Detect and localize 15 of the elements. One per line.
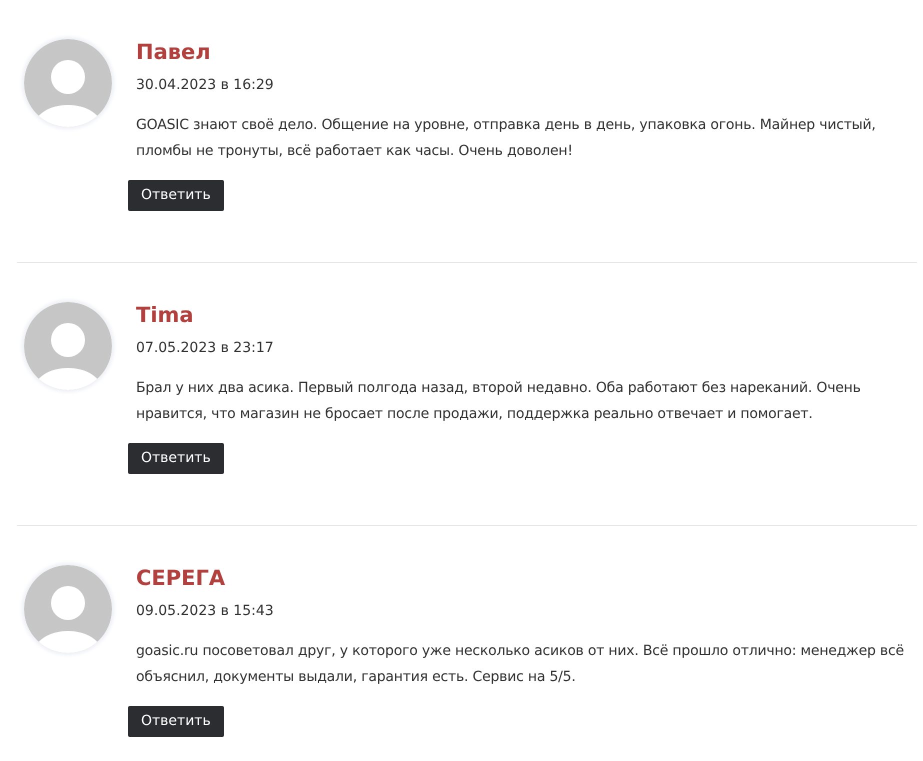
reply-button[interactable]: Ответить xyxy=(128,443,224,474)
author-name: СЕРЕГА xyxy=(136,565,226,592)
comment-date: 30.04.2023 в 16:29 xyxy=(136,76,275,95)
comment-text: Брал у них два асика. Первый полгода назад, второй недавно. Оба работают без нареканий. Очень нравится, что магазин не бросает после продажи, поддержка реально отвечает и помогает. xyxy=(136,379,862,424)
reply-button[interactable]: Ответить xyxy=(128,706,224,737)
comment-text: GOASIC знают своё дело. Общение на уровне, отправка день в день, упаковка огонь. Майнер чистый, пломбы не тронуты, всё работает как часы. Очень доволен! xyxy=(136,116,877,161)
reply-button[interactable]: Ответить xyxy=(128,180,224,211)
comment-text: goasic.ru посоветовал друг, у которого уже несколько асиков от них. Всё прошло отлично: менеджер всё объяснил, документы выдали, гарантия есть. Сервис на 5/5. xyxy=(136,642,905,687)
avatar-icon xyxy=(24,302,112,390)
author-name: Tima xyxy=(136,302,195,329)
comment-date: 09.05.2023 в 15:43 xyxy=(136,602,275,621)
comment-date: 07.05.2023 в 23:17 xyxy=(136,339,275,358)
author-name: Павел xyxy=(136,39,212,66)
avatar-icon xyxy=(24,39,112,127)
avatar-icon xyxy=(24,565,112,653)
